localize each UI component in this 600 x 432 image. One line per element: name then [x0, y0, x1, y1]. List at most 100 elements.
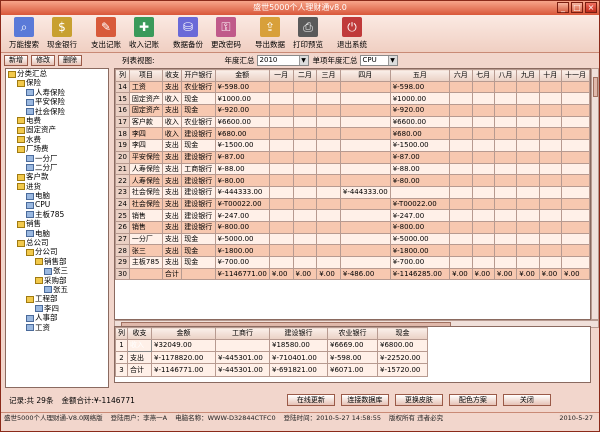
- toolbar-button-income[interactable]: ✚ 收入记账: [125, 15, 163, 53]
- column-header[interactable]: 列: [115, 327, 128, 340]
- tree-node[interactable]: 张三: [6, 266, 108, 275]
- toolbar-button-bank[interactable]: $ 现金银行: [43, 15, 81, 53]
- table-row[interactable]: 16 固定资产 支出 现金 ¥-920.00 ¥-920.00: [115, 104, 590, 117]
- change-skin-button[interactable]: 更换皮肤: [394, 394, 443, 406]
- table-cell: ¥680.00: [214, 127, 270, 141]
- delete-button[interactable]: 删除: [58, 54, 82, 66]
- tree-node[interactable]: 一分厂: [6, 154, 108, 163]
- table-row[interactable]: 18 李四 收入 建设银行 ¥680.00 ¥680.00: [115, 127, 590, 141]
- column-header[interactable]: 建设银行: [269, 327, 328, 340]
- tree-node[interactable]: 张五: [6, 285, 108, 294]
- table-row[interactable]: 27 一分厂 支出 现金 ¥-5000.00 ¥-5000.00: [115, 232, 590, 246]
- column-header[interactable]: 一月: [268, 69, 294, 82]
- tree-node[interactable]: CPU: [6, 200, 108, 209]
- table-row[interactable]: 28 张三 支出 现金 ¥-1800.00 ¥-1800.00: [115, 244, 590, 257]
- column-header[interactable]: 五月: [389, 69, 451, 82]
- column-header[interactable]: 十月: [538, 69, 562, 82]
- tree-node[interactable]: 人事部: [6, 313, 108, 322]
- table-row[interactable]: 23 社会保险 支出 建设银行 ¥-444333.00 ¥-444333.00: [115, 185, 590, 199]
- column-header[interactable]: 六月: [449, 69, 473, 82]
- tree-node[interactable]: 分类汇总: [6, 69, 108, 78]
- column-header[interactable]: 工商行: [215, 327, 270, 340]
- item-select[interactable]: CPU ▼: [359, 54, 398, 66]
- column-header[interactable]: 七月: [471, 69, 495, 82]
- online-update-button[interactable]: 在线更新: [286, 394, 335, 406]
- column-header[interactable]: 八月: [493, 69, 518, 82]
- table-row[interactable]: 20 平安保险 支出 建设银行 ¥-87.00 ¥-87.00: [115, 150, 590, 164]
- tree-node[interactable]: 固定资产: [6, 125, 108, 134]
- table-cell: [538, 220, 562, 234]
- table-row[interactable]: 17 客户款 收入 农业银行 ¥6600.00 ¥6600.00: [115, 115, 590, 129]
- table-row[interactable]: 19 李四 支出 现金 ¥-1500.00 ¥-1500.00: [115, 139, 590, 152]
- toolbar-button-exit[interactable]: ⏻ 退出系统: [333, 15, 371, 53]
- tree-node[interactable]: 进货: [6, 182, 108, 191]
- column-header[interactable]: 十一月: [560, 69, 590, 82]
- folder-icon: [8, 70, 16, 78]
- table-row[interactable]: 29 主板785 支出 现金 ¥-700.00 ¥-700.00: [115, 256, 590, 269]
- tree-node[interactable]: 客户款: [6, 172, 108, 181]
- tree-node[interactable]: 总公司: [6, 238, 108, 247]
- tree-node[interactable]: 电脑: [6, 191, 108, 200]
- toolbar-button-search[interactable]: ⌕ 万能搜索: [5, 15, 43, 53]
- minimize-button[interactable]: _: [557, 2, 569, 13]
- column-header[interactable]: 收支: [161, 69, 183, 82]
- table-row[interactable]: 15 固定资产 收入 现金 ¥1000.00 ¥1000.00: [115, 92, 590, 106]
- tree-node[interactable]: 电费: [6, 116, 108, 125]
- toolbar-button-password[interactable]: ⚿ 更改密码: [207, 15, 245, 53]
- tree-node[interactable]: 主板785: [6, 210, 108, 219]
- summary-row[interactable]: 1 收入 ¥32049.00 ¥18580.00 ¥6669.00 ¥6800.00: [115, 338, 428, 353]
- toolbar-button-backup[interactable]: ⛁ 数据备份: [169, 15, 207, 53]
- tree-node[interactable]: 李四: [6, 304, 108, 313]
- tree-node[interactable]: 水费: [6, 135, 108, 144]
- scroll-thumb[interactable]: [593, 77, 598, 97]
- column-header[interactable]: 列: [115, 69, 130, 82]
- connect-db-button[interactable]: 连接数据库: [340, 394, 389, 406]
- tree-node[interactable]: 平安保险: [6, 97, 108, 106]
- edit-button[interactable]: 修改: [31, 54, 55, 66]
- table-row[interactable]: 26 销售 支出 建设银行 ¥-800.00 ¥-800.00: [115, 220, 590, 234]
- tree-node[interactable]: 分公司: [6, 247, 108, 256]
- table-row[interactable]: 21 人寿保险 支出 工商银行 ¥-88.00 ¥-88.00: [115, 162, 590, 176]
- tree-node[interactable]: 工资: [6, 323, 108, 332]
- column-header[interactable]: 二月: [292, 69, 318, 82]
- column-header[interactable]: 四月: [339, 69, 391, 82]
- tree-node[interactable]: 电脑: [6, 229, 108, 238]
- vertical-scrollbar[interactable]: [591, 68, 599, 320]
- column-header[interactable]: 金额: [214, 69, 270, 82]
- table-row[interactable]: 25 销售 支出 建设银行 ¥-247.00 ¥-247.00: [115, 209, 590, 222]
- toolbar-button-export[interactable]: ⇪ 导出数据: [251, 15, 289, 53]
- tree-node[interactable]: 厂场费: [6, 144, 108, 153]
- tree-node[interactable]: 采购部: [6, 276, 108, 285]
- column-header[interactable]: 项目: [128, 69, 163, 82]
- column-header[interactable]: 开户银行: [181, 69, 216, 82]
- toolbar-button-printer[interactable]: ⎙ 打印预览: [289, 15, 327, 53]
- column-header[interactable]: 现金: [377, 327, 428, 340]
- summary-row[interactable]: 2 支出 ¥-1178820.00 ¥-445301.00 ¥-710401.00 ¥-5…: [115, 351, 428, 365]
- tree-node[interactable]: 保险: [6, 78, 108, 87]
- year-select[interactable]: 2010 ▼: [256, 54, 309, 66]
- close-window-button[interactable]: ×: [585, 2, 597, 13]
- column-header[interactable]: 三月: [316, 69, 341, 82]
- summary-row[interactable]: 3 合计 ¥-1146771.00 ¥-445301.00 ¥-691821.00 ¥60…: [115, 363, 428, 377]
- tree-node[interactable]: 销售: [6, 219, 108, 228]
- table-row[interactable]: 22 人寿保险 支出 建设银行 ¥-80.00 ¥-80.00: [115, 174, 590, 187]
- tree-node[interactable]: 销售部: [6, 257, 108, 266]
- table-cell: ¥-1800.00: [214, 244, 270, 257]
- table-row[interactable]: 30 合计 ¥-1146771.00 ¥.00 ¥.00 ¥.00 ¥-486.00 ¥-11…: [115, 267, 590, 281]
- table-row[interactable]: 24 社会保险 支出 建设银行 ¥-T00022.00 ¥-T00022.00: [115, 197, 590, 211]
- column-header[interactable]: 收支: [127, 327, 152, 340]
- toolbar-button-expense[interactable]: ✎ 支出记账: [87, 15, 125, 53]
- maximize-button[interactable]: □: [571, 2, 583, 13]
- column-header[interactable]: 金额: [151, 327, 216, 340]
- table-row[interactable]: 14 工资 支出 农业银行 ¥-598.00 ¥-598.00: [115, 80, 590, 94]
- tree-node-label: 主板785: [35, 209, 65, 219]
- column-header[interactable]: 九月: [516, 69, 540, 82]
- close-button[interactable]: 关闭: [502, 394, 551, 406]
- color-scheme-button[interactable]: 配色方案: [448, 394, 497, 406]
- tree-node[interactable]: 工程部: [6, 294, 108, 303]
- tree-node[interactable]: 二分厂: [6, 163, 108, 172]
- tree-node[interactable]: 社会保险: [6, 107, 108, 116]
- tree-node[interactable]: 人寿保险: [6, 88, 108, 97]
- add-button[interactable]: 新增: [4, 54, 28, 66]
- column-header[interactable]: 农业银行: [327, 327, 378, 340]
